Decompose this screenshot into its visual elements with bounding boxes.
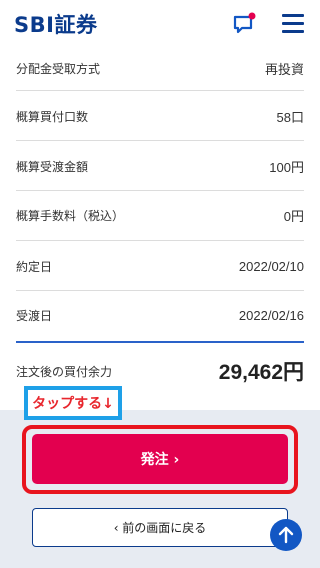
section-divider <box>16 341 304 343</box>
back-button[interactable]: ‹ 前の画面に戻る <box>32 508 288 547</box>
divider <box>16 190 304 191</box>
app-header: SBI証券 <box>0 0 320 48</box>
detail-label: 分配金受取方式 <box>16 61 101 76</box>
detail-value: 100円 <box>269 159 304 175</box>
detail-value: 0円 <box>283 208 304 224</box>
detail-value: 2022/02/10 <box>238 258 304 274</box>
detail-label: 概算受渡金額 <box>16 159 89 174</box>
detail-label: 受渡日 <box>16 308 53 323</box>
sbi-logo[interactable]: SBI証券 <box>14 9 97 39</box>
detail-row-amount: 概算受渡金額 100円 <box>16 156 304 176</box>
detail-row-settlement-date: 受渡日 2022/02/16 <box>16 305 304 325</box>
detail-value: 再投資 <box>264 61 304 77</box>
divider <box>16 140 304 141</box>
detail-row-fee: 概算手数料（税込） 0円 <box>16 205 304 225</box>
detail-row-units: 概算買付口数 58口 <box>16 106 304 126</box>
divider <box>16 90 304 91</box>
chat-bubble-icon[interactable] <box>232 12 256 36</box>
arrow-up-icon[interactable] <box>270 519 302 551</box>
buying-power-row: 注文後の買付余力 29,462円 <box>16 356 304 386</box>
divider <box>16 240 304 241</box>
detail-row-distribution: 分配金受取方式 再投資 <box>16 58 304 78</box>
detail-label: 概算手数料（税込） <box>16 208 125 223</box>
buying-power-label: 注文後の買付余力 <box>16 364 113 379</box>
divider <box>16 290 304 291</box>
detail-label: 概算買付口数 <box>16 109 89 124</box>
detail-row-trade-date: 約定日 2022/02/10 <box>16 256 304 276</box>
tap-annotation: タップする↓ <box>24 386 122 420</box>
detail-value: 58口 <box>276 109 304 125</box>
order-button[interactable]: 発注 › <box>32 434 288 484</box>
detail-value: 2022/02/16 <box>238 307 304 323</box>
hamburger-menu-icon[interactable] <box>282 14 304 34</box>
detail-label: 約定日 <box>16 259 53 274</box>
buying-power-value: 29,462円 <box>218 361 304 384</box>
